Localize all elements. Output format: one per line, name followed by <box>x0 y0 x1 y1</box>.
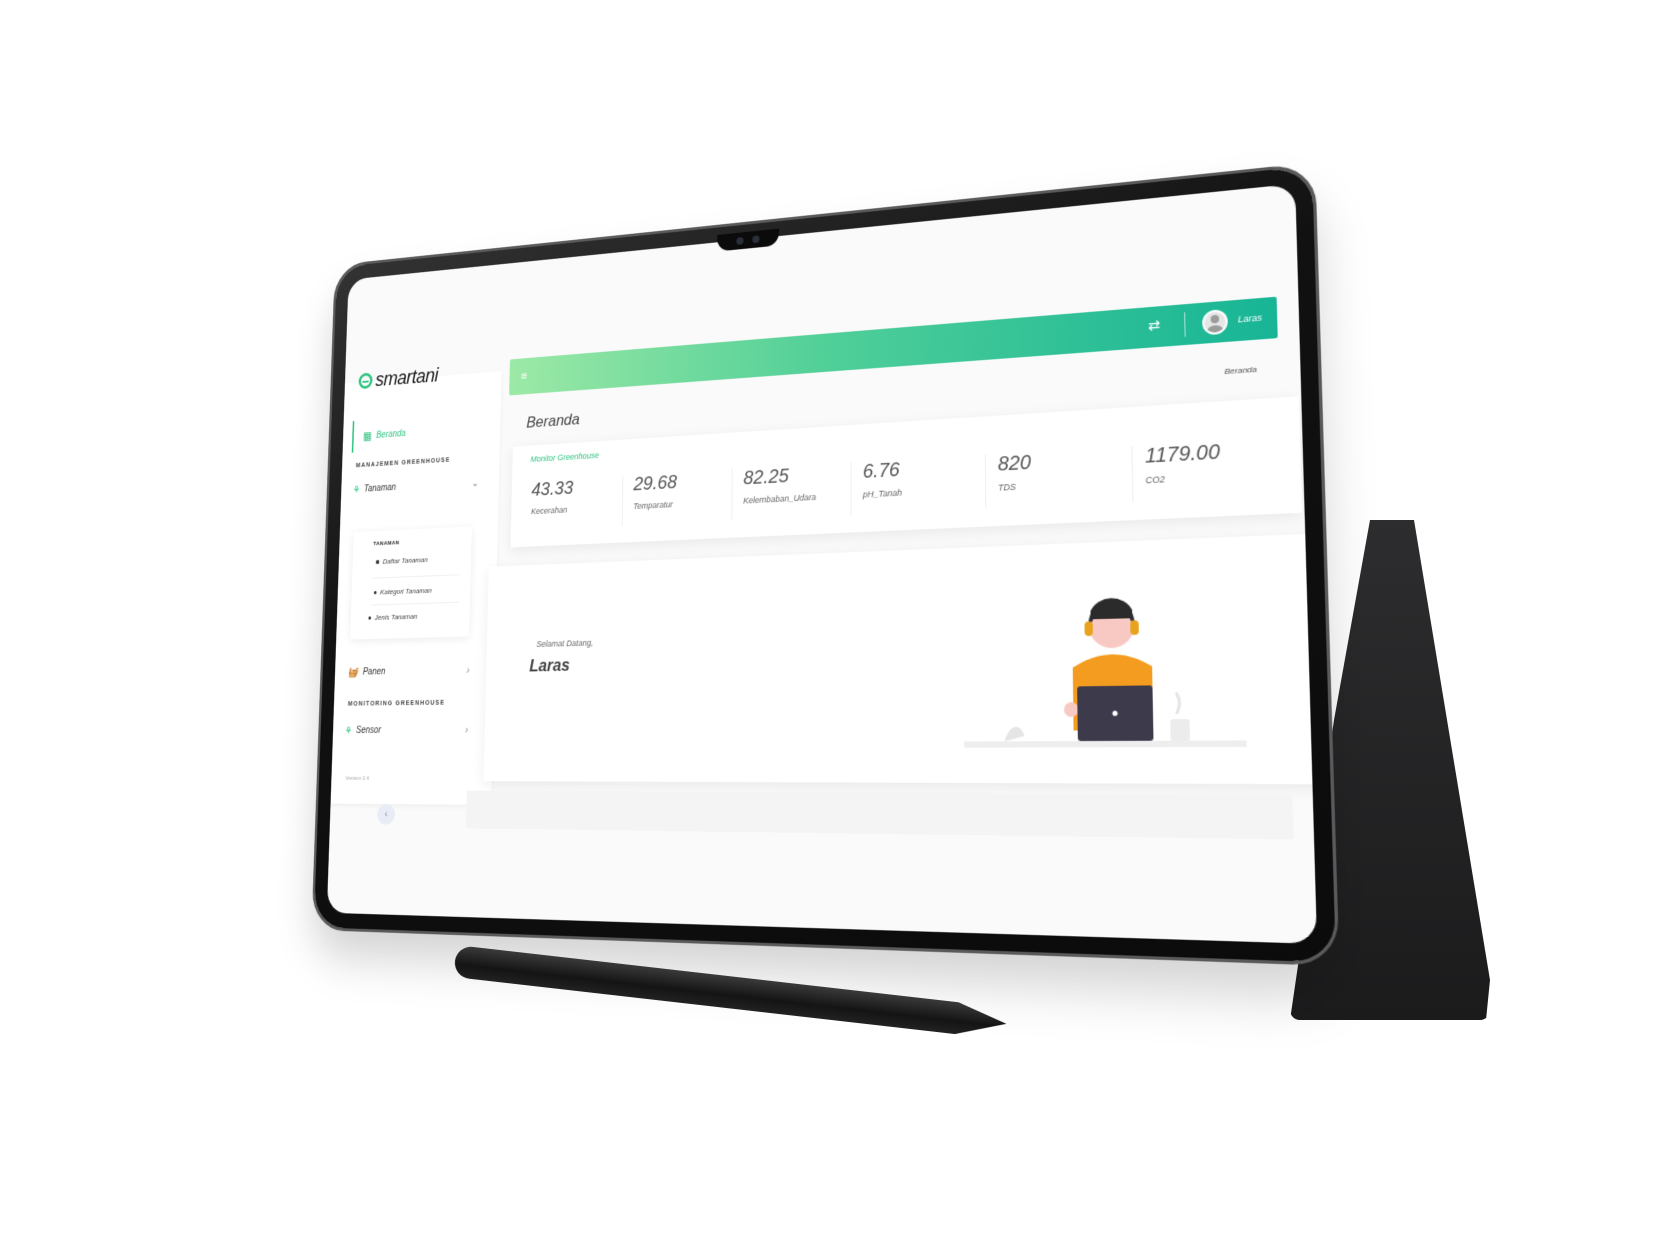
metric-label: Kecerahan <box>531 502 622 516</box>
metric-value: 29.68 <box>633 469 731 496</box>
user-name[interactable]: Laras <box>1238 312 1262 324</box>
camera-icon <box>736 237 743 245</box>
list-icon: ■ <box>376 558 380 566</box>
sidebar: smartani ▦ Beranda MANAJEMEN GREENHOUSE … <box>331 371 502 805</box>
chevron-down-icon: ⌄ <box>471 477 479 489</box>
page-title: Beranda <box>526 410 580 432</box>
metric-co2: 1179.00 CO2 <box>1131 437 1287 501</box>
metric-kecerahan: 43.33 Kecerahan <box>521 475 623 530</box>
submenu-heading: TANAMAN <box>373 541 399 548</box>
stylus-pen <box>453 945 1008 1040</box>
metric-ph-tanah: 6.76 pH_Tanah <box>851 454 986 514</box>
card-title: Monitor Greenhouse <box>530 450 599 463</box>
metric-value: 43.33 <box>531 475 622 501</box>
section-title-monitoring: MONITORING GREENHOUSE <box>348 700 445 708</box>
hamburger-icon[interactable]: ≡ <box>521 369 528 383</box>
sidebar-item-label: Tanaman <box>364 483 396 495</box>
metric-tds: 820 TDS <box>985 446 1132 509</box>
chevron-left-icon: ‹ <box>384 809 387 820</box>
metric-label: pH_Tanah <box>863 483 985 499</box>
screen: smartani ▦ Beranda MANAJEMEN GREENHOUSE … <box>327 184 1317 944</box>
metric-value: 6.76 <box>863 454 985 483</box>
metric-value: 820 <box>998 446 1132 477</box>
submenu-item-label: Kategori Tanaman <box>380 586 432 596</box>
metric-value: 82.25 <box>743 462 850 490</box>
monitor-greenhouse-card: Monitor Greenhouse 43.33 Kecerahan 29.68… <box>510 396 1302 547</box>
submenu-item-jenis-tanaman[interactable]: ● Jenis Tanaman <box>368 612 418 622</box>
sidebar-item-label: Beranda <box>376 428 406 440</box>
tanaman-submenu: TANAMAN ■ Daftar Tanaman ● Kategori Tana… <box>350 526 472 639</box>
basket-icon: 🧺 <box>347 666 358 678</box>
collapse-sidebar-button[interactable]: ‹ <box>377 804 395 825</box>
metric-label: Kelembaban_Udara <box>743 490 850 505</box>
sidebar-item-panen[interactable]: 🧺 Panen › <box>347 666 385 679</box>
top-navbar: ≡ ⇄ Laras <box>509 297 1278 396</box>
sidebar-item-beranda[interactable]: ▦ Beranda <box>352 412 486 453</box>
chevron-right-icon: › <box>465 724 468 735</box>
circle-icon: ● <box>373 588 377 596</box>
welcome-card: Selamat Datang, Laras <box>484 533 1318 784</box>
scene: smartani ▦ Beranda MANAJEMEN GREENHOUSE … <box>0 0 1659 1245</box>
circle-icon: ● <box>368 614 372 622</box>
submenu-item-label: Jenis Tanaman <box>375 612 418 621</box>
tablet: smartani ▦ Beranda MANAJEMEN GREENHOUSE … <box>314 166 1336 963</box>
section-title-management: MANAJEMEN GREENHOUSE <box>356 457 451 469</box>
content-footer-area <box>466 791 1294 840</box>
dashboard-icon: ▦ <box>363 429 372 442</box>
plant-icon: ⚘ <box>353 484 359 496</box>
welcome-user-name: Laras <box>529 656 570 677</box>
divider <box>1184 312 1186 337</box>
sidebar-item-label: Sensor <box>356 725 381 735</box>
divider <box>371 602 458 606</box>
metric-kelembaban-udara: 82.25 Kelembaban_Udara <box>731 462 850 520</box>
metric-label: Temparatur <box>633 497 731 511</box>
user-avatar[interactable] <box>1202 309 1228 336</box>
sidebar-item-label: Panen <box>363 667 386 677</box>
sidebar-item-sensor[interactable]: ⚘ Sensor › <box>345 725 381 737</box>
logo-icon <box>358 372 372 389</box>
app-logo[interactable]: smartani <box>358 364 438 393</box>
app-version: Version 2.4 <box>345 776 369 782</box>
sidebar-item-tanaman[interactable]: ⚘ Tanaman ⌄ <box>353 482 396 496</box>
submenu-item-daftar-tanaman[interactable]: ■ Daftar Tanaman <box>376 556 428 566</box>
person-laptop-illustration <box>963 579 1258 763</box>
welcome-greeting: Selamat Datang, <box>536 638 593 649</box>
plant-icon: ⚘ <box>345 725 351 737</box>
chevron-right-icon: › <box>466 665 469 676</box>
breadcrumb[interactable]: Beranda <box>1224 365 1257 377</box>
submenu-item-label: Daftar Tanaman <box>383 556 428 566</box>
metric-temparatur: 29.68 Temparatur <box>622 469 732 526</box>
submenu-item-kategori-tanaman[interactable]: ● Kategori Tanaman <box>373 586 432 596</box>
camera-icon <box>752 235 759 243</box>
metric-label: CO2 <box>1145 468 1287 486</box>
logo-text: smartani <box>375 364 438 392</box>
metric-label: TDS <box>998 476 1132 493</box>
divider <box>372 574 459 578</box>
metric-value: 1179.00 <box>1145 437 1287 469</box>
swap-icon[interactable]: ⇄ <box>1148 316 1161 334</box>
